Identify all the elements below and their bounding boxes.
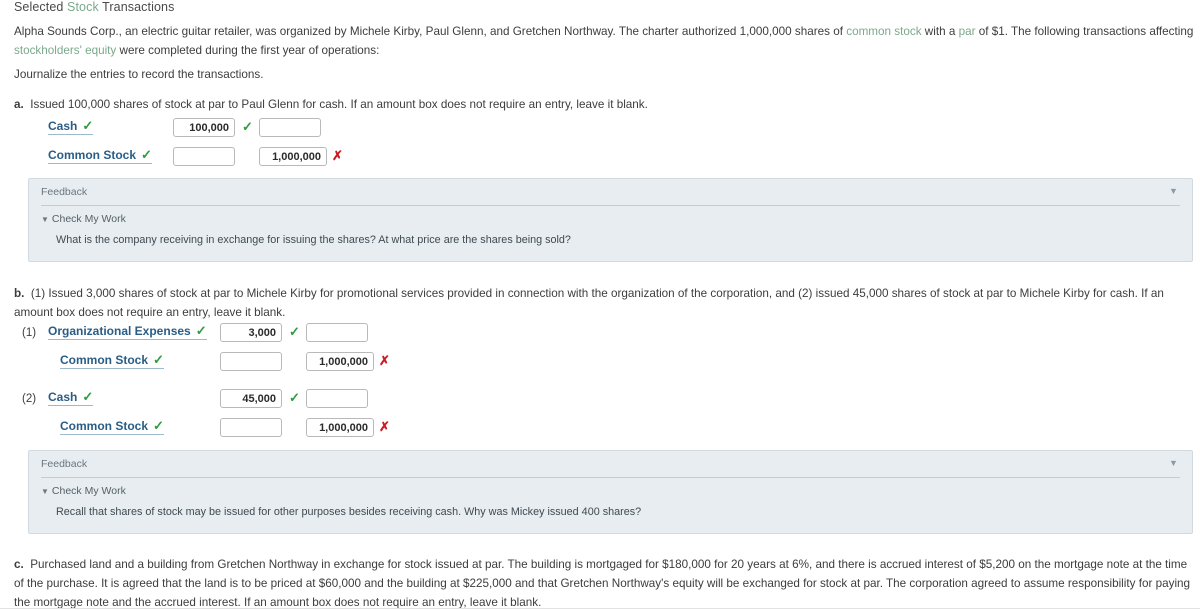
account-check-icon: ✓: [153, 352, 164, 367]
intro-seg-2: with a: [921, 25, 959, 38]
check-my-work-label: Check My Work: [51, 485, 126, 497]
part-c-text: Purchased land and a building from Gretc…: [14, 558, 1191, 609]
account-check-icon: ✓: [82, 118, 94, 133]
debit-amount-input[interactable]: [220, 352, 282, 371]
feedback-body-text: What is the company receiving in exchang…: [56, 234, 571, 246]
glossary-link-stockholders-equity[interactable]: stockholders' equity: [14, 44, 116, 57]
feedback-collapse-icon[interactable]: ▼: [1167, 185, 1180, 198]
account-label: Common Stock: [60, 353, 149, 367]
feedback-body-text: Recall that shares of stock may be issue…: [56, 506, 642, 518]
intro-paragraph: Alpha Sounds Corp., an electric guitar r…: [14, 22, 1194, 60]
check-my-work-label: Check My Work: [51, 213, 126, 225]
intro-seg-4: were completed during the first year of …: [116, 44, 380, 57]
part-c-label: c.: [14, 558, 24, 571]
credit-amount-input[interactable]: [259, 118, 321, 137]
glossary-link-stock[interactable]: Stock: [67, 0, 99, 14]
account-link-common-stock[interactable]: Common Stock ✓: [60, 353, 164, 369]
account-link-common-stock[interactable]: Common Stock ✓: [60, 419, 164, 435]
debit-amount-input[interactable]: [220, 389, 282, 408]
account-label: Common Stock: [60, 419, 149, 433]
part-b-text: (1) Issued 3,000 shares of stock at par …: [14, 287, 1164, 319]
credit-incorrect-icon: ✗: [332, 148, 343, 163]
account-check-icon: ✓: [82, 389, 94, 404]
page-title: Selected Stock Transactions: [14, 0, 174, 14]
journal-row: Cash ✓ ✓: [14, 118, 414, 140]
account-label: Organizational Expenses: [48, 324, 191, 338]
debit-amount-input[interactable]: [220, 418, 282, 437]
part-a-prompt: a. Issued 100,000 shares of stock at par…: [14, 95, 714, 114]
part-a-text: Issued 100,000 shares of stock at par to…: [30, 98, 648, 111]
account-link-cash[interactable]: Cash ✓: [48, 389, 94, 406]
part-c-prompt: c. Purchased land and a building from Gr…: [14, 555, 1194, 609]
account-check-icon: ✓: [141, 147, 152, 162]
account-check-icon: ✓: [153, 418, 164, 433]
journal-row: Common Stock ✓ ✗: [14, 147, 414, 169]
exercise-page: Selected Stock Transactions Alpha Sounds…: [0, 0, 1200, 609]
page-title-post: Transactions: [98, 0, 175, 14]
debit-amount-input[interactable]: [173, 118, 235, 137]
account-check-icon: ✓: [195, 323, 207, 338]
journal-row: (2) Cash ✓ ✓: [14, 389, 434, 411]
feedback-panel-b: Feedback ▼ ▼ Check My Work Recall that sh…: [28, 450, 1193, 534]
credit-amount-input[interactable]: [259, 147, 327, 166]
credit-incorrect-icon: ✗: [379, 353, 390, 368]
part-b-prompt: b. (1) Issued 3,000 shares of stock at p…: [14, 284, 1194, 322]
account-label: Cash: [48, 119, 78, 133]
debit-correct-icon: ✓: [289, 390, 300, 405]
feedback-heading: Feedback: [41, 186, 88, 198]
feedback-collapse-icon[interactable]: ▼: [1167, 457, 1180, 470]
check-my-work-toggle[interactable]: ▼ Check My Work: [41, 213, 126, 225]
account-link-cash[interactable]: Cash ✓: [48, 118, 94, 135]
instruction-text: Journalize the entries to record the tra…: [14, 68, 264, 81]
account-label: Common Stock: [48, 148, 137, 162]
journal-row: (1) Organizational Expenses ✓ ✓: [14, 323, 434, 345]
journal-row: Common Stock ✓ ✗: [14, 352, 434, 374]
credit-incorrect-icon: ✗: [379, 419, 390, 434]
journal-row: Common Stock ✓ ✗: [14, 418, 434, 440]
check-my-work-toggle[interactable]: ▼ Check My Work: [41, 485, 126, 497]
feedback-divider: [41, 205, 1180, 206]
chevron-down-icon: ▼: [41, 487, 49, 496]
row-number: (1): [22, 327, 37, 339]
part-b-label: b.: [14, 287, 25, 300]
part-a-label: a.: [14, 98, 24, 111]
debit-amount-input[interactable]: [173, 147, 235, 166]
credit-amount-input[interactable]: [306, 323, 368, 342]
debit-correct-icon: ✓: [242, 119, 253, 134]
feedback-panel-a: Feedback ▼ ▼ Check My Work What is the co…: [28, 178, 1193, 262]
account-label: Cash: [48, 390, 78, 404]
page-title-pre: Selected: [14, 0, 68, 14]
credit-amount-input[interactable]: [306, 352, 374, 371]
glossary-link-par[interactable]: par: [959, 25, 976, 38]
credit-amount-input[interactable]: [306, 418, 374, 437]
debit-correct-icon: ✓: [289, 324, 300, 339]
account-link-common-stock[interactable]: Common Stock ✓: [48, 148, 152, 164]
feedback-heading: Feedback: [41, 458, 88, 470]
debit-amount-input[interactable]: [220, 323, 282, 342]
glossary-link-common-stock[interactable]: common stock: [846, 25, 921, 38]
feedback-divider: [41, 477, 1180, 478]
intro-seg-1: Alpha Sounds Corp., an electric guitar r…: [14, 25, 847, 38]
intro-seg-3: of $1. The following transactions affect…: [975, 25, 1194, 38]
row-number: (2): [22, 393, 37, 405]
account-link-organizational-expenses[interactable]: Organizational Expenses ✓: [48, 324, 207, 340]
credit-amount-input[interactable]: [306, 389, 368, 408]
chevron-down-icon: ▼: [41, 215, 49, 224]
